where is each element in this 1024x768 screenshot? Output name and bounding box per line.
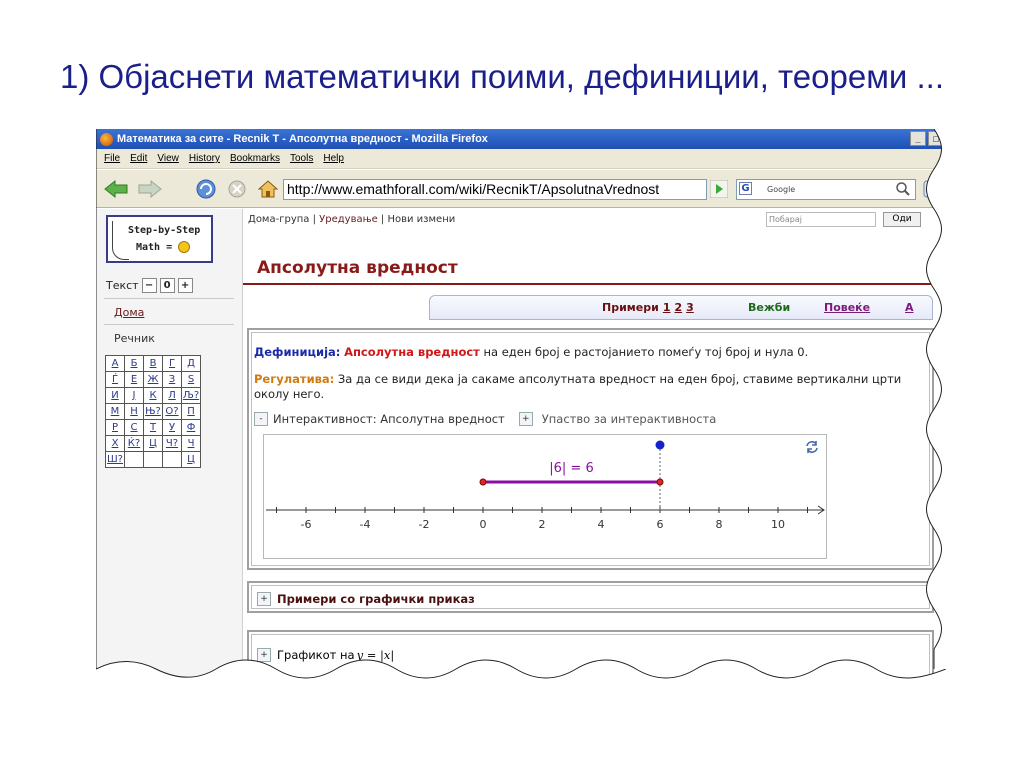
torn-edge-decoration	[96, 129, 946, 680]
slide-title: 1) Објаснети математички поими, дефиници…	[60, 58, 944, 95]
browser-screenshot: Математика за сите - Recnik T - Апсолутн…	[96, 129, 946, 680]
